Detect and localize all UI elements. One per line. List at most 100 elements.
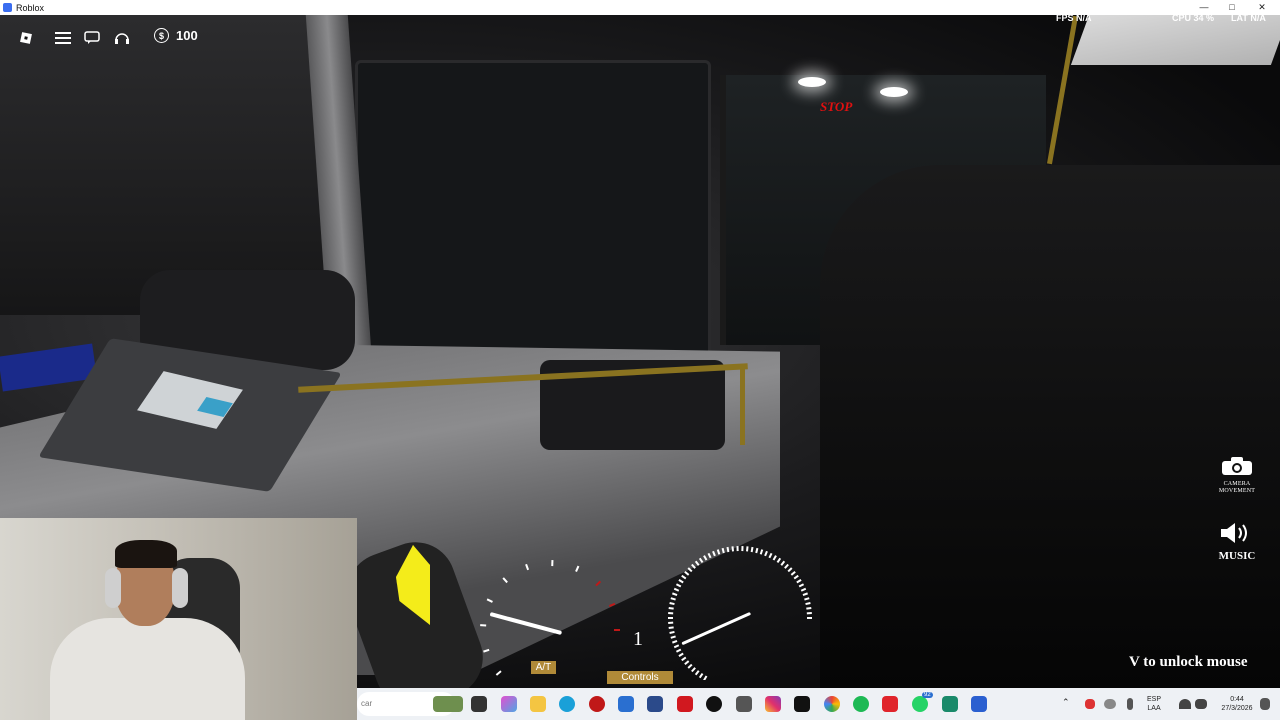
gauge-tick — [525, 563, 530, 571]
gauge-tick — [798, 583, 805, 588]
gauge-tick — [750, 546, 754, 553]
headset-icon[interactable] — [112, 28, 132, 48]
gauge-tick — [495, 670, 502, 676]
app-icon-red[interactable] — [589, 696, 605, 712]
gauge-tick — [675, 648, 682, 653]
app-icon-pen[interactable] — [736, 696, 752, 712]
gauge-tick — [796, 578, 802, 584]
gauge-tick — [804, 597, 810, 601]
security-icon[interactable] — [618, 696, 634, 712]
gauge-tick — [703, 555, 708, 561]
gauge-tick — [669, 630, 675, 634]
speaker-icon — [1221, 523, 1247, 543]
cpu-label: CPU — [1172, 13, 1192, 23]
gauge-tick — [483, 648, 490, 653]
gauge-tick — [703, 675, 708, 680]
roblox-taskbar-icon[interactable] — [971, 696, 987, 712]
gauge-tick — [678, 578, 684, 584]
tachometer-needle — [681, 612, 751, 645]
gauge-tick — [691, 563, 696, 569]
wifi-icon[interactable] — [1179, 699, 1191, 709]
instagram-icon[interactable] — [765, 696, 781, 712]
gauge-tick — [721, 547, 725, 554]
windshield — [355, 60, 711, 366]
window-title: Roblox — [16, 2, 45, 13]
headphone-right — [172, 568, 188, 608]
unlock-mouse-prompt: V to unlock mouse — [1129, 654, 1248, 670]
fps-value: N/A — [1076, 13, 1092, 23]
gauge-tick — [672, 639, 678, 644]
gauge-tick — [668, 606, 674, 610]
copilot-icon[interactable] — [501, 696, 517, 712]
gauge-tick — [776, 557, 782, 564]
gauge-tick — [726, 546, 730, 553]
gauge-tick — [793, 574, 799, 580]
microphone-icon[interactable] — [1127, 698, 1133, 710]
gauge-tick — [675, 583, 682, 588]
widgets-icon[interactable] — [433, 696, 463, 712]
gauge-tick — [712, 550, 716, 557]
hamburger-menu-icon[interactable] — [53, 28, 73, 48]
file-explorer-icon[interactable] — [530, 696, 546, 712]
controls-button[interactable]: Controls — [607, 671, 673, 684]
gauge-tick — [681, 574, 687, 580]
clock[interactable]: 0:44 27/3/2026 — [1217, 695, 1257, 713]
clock-date: 27/3/2026 — [1221, 705, 1253, 712]
fps-stat: FPS N/A — [1056, 13, 1092, 23]
gauge-tick — [731, 546, 734, 552]
spotify-icon[interactable] — [853, 696, 869, 712]
language-indicator[interactable]: ESP LAA — [1147, 695, 1161, 713]
app-icon-u[interactable] — [706, 696, 722, 712]
gauge-tick — [755, 547, 759, 554]
gauge-tick — [687, 663, 693, 669]
gauge-tick — [669, 602, 675, 606]
edge-icon[interactable] — [559, 696, 575, 712]
onedrive-icon[interactable] — [1104, 699, 1116, 709]
notification-badge: 92 — [922, 692, 933, 698]
camera-movement-button[interactable]: CAMERA MOVEMENT — [1214, 456, 1260, 495]
gauge-tick — [806, 606, 812, 610]
speedometer-needle — [490, 612, 562, 635]
task-view-icon[interactable] — [471, 696, 487, 712]
gauge-tick — [486, 598, 493, 603]
music-button[interactable]: MUSIC — [1214, 521, 1260, 562]
chrome-icon[interactable] — [824, 696, 840, 712]
roblox-menu-icon[interactable] — [16, 28, 36, 48]
ceiling-light — [880, 87, 908, 97]
tiktok-icon[interactable] — [794, 696, 810, 712]
gauge-tick — [764, 550, 768, 557]
gauge-tick — [746, 546, 749, 552]
gear-indicator: 1 — [633, 628, 643, 650]
gauge-tick — [768, 552, 773, 559]
gauge-tick — [670, 597, 676, 601]
cpu-value: 34 % — [1193, 13, 1215, 23]
lat-value: N/A — [1250, 13, 1266, 23]
tray-chevron-icon[interactable]: ⌃ — [1062, 698, 1070, 707]
app-icon-teal[interactable] — [942, 696, 958, 712]
chat-icon[interactable] — [82, 28, 102, 48]
gauge-tick — [698, 672, 704, 679]
camera-movement-label: CAMERA MOVEMENT — [1218, 481, 1256, 494]
fps-label: FPS — [1056, 13, 1074, 23]
netflix-icon[interactable] — [677, 696, 693, 712]
robux-amount: 100 — [176, 28, 198, 43]
gauge-tick — [802, 592, 808, 597]
gauge-tick — [687, 567, 693, 573]
gauge-tick — [684, 660, 690, 666]
whatsapp-icon[interactable] — [912, 696, 928, 712]
app-icon-red2[interactable] — [882, 696, 898, 712]
webcam-person-body — [50, 618, 245, 720]
tray-app-icon[interactable] — [1085, 699, 1095, 709]
robux-balance[interactable]: $ 100 — [154, 28, 198, 43]
webcam-overlay — [0, 518, 357, 720]
gauge-tick — [673, 644, 680, 649]
stop-sign: STOP — [820, 99, 853, 114]
handrail-post — [1047, 15, 1078, 165]
volume-icon[interactable] — [1195, 699, 1207, 709]
gauge-tick — [772, 555, 777, 561]
gauge-tick — [780, 560, 786, 566]
language-layout: LAA — [1147, 705, 1161, 712]
calculator-icon[interactable] — [647, 696, 663, 712]
notification-bell-icon[interactable] — [1260, 698, 1270, 710]
roblox-logo-icon — [3, 3, 12, 12]
